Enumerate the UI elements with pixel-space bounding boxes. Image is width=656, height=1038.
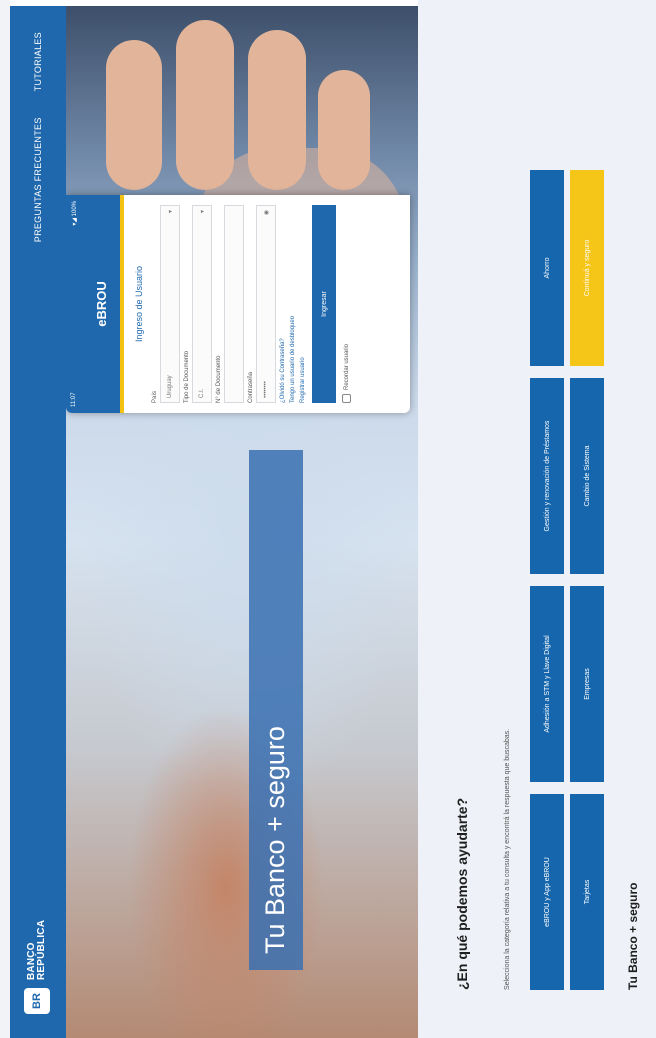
phone-forgot-password-link: ¿Olvidó su Contraseña? [280,338,286,403]
hero-title-box: Tu Banco + seguro [249,450,303,970]
phone-register-link: Registrar usuario [300,357,306,403]
phone-doc-number-field [224,205,244,403]
top-nav: PREGUNTAS FRECUENTES TUTORIALES [10,32,66,242]
hero-title: Tu Banco + seguro [260,726,290,954]
help-subtitle: Selecciona la categoría relativa a tu co… [504,728,511,990]
phone-remember-user: Recordar usuario [342,205,351,403]
checkbox-icon [342,394,351,403]
category-prestamos[interactable]: Gestión y renovación de Préstamos [530,378,564,574]
phone-doc-type-value: C.I. [199,388,205,398]
hand-finger-2 [176,20,234,190]
category-ahorro[interactable]: Ahorro [530,170,564,366]
help-section: ¿En qué podemos ayudarte? Selecciona la … [418,6,656,1038]
category-empresas[interactable]: Empresas [570,586,604,782]
rotated-page: BR BANCO REPÚBLICA PREGUNTAS FRECUENTES … [10,6,656,1038]
bottom-section-title: Tu Banco + seguro [626,882,640,990]
phone-remember-label: Recordar usuario [343,343,350,390]
phone-brand-logo: eBROU [93,281,109,327]
phone-country-value: Uruguay [167,375,173,398]
phone-field-label-country: País [152,390,158,403]
hero-banner: Tu Banco + seguro 11:07 ▾◢ 100% eBROU In… [66,6,418,1038]
phone-status-icons: ▾◢ 100% [71,201,78,226]
phone-password-value: •••••••• [263,381,269,398]
logo-icon: BR [24,988,50,1014]
phone-field-label-doc-type: Tipo de Documento [184,350,190,403]
phone-app-bar: eBROU [82,195,124,413]
logo-text: BANCO REPÚBLICA [26,919,47,980]
phone-status-bar: 11:07 ▾◢ 100% [66,195,82,413]
category-continua-seguro[interactable]: Continuá y seguro [570,170,604,366]
phone-mockup: 11:07 ▾◢ 100% eBROU Ingreso de Usuario P… [66,195,410,413]
bank-logo[interactable]: BR BANCO REPÚBLICA [21,920,53,1014]
phone-field-label-doc-number: N° de Documento [216,355,222,403]
hand-finger-1 [106,40,162,190]
category-ebrou-app[interactable]: eBROU y App eBROU [530,794,564,990]
hand-finger-3 [248,30,306,190]
phone-country-select: Uruguay ▾ [160,205,180,403]
chevron-down-icon: ▾ [199,210,206,214]
category-cambio-sistema[interactable]: Cambio de Sistema [570,378,604,574]
phone-password-field: •••••••• ◉ [256,205,276,403]
help-title: ¿En qué podemos ayudarte? [454,797,470,990]
hand-finger-4 [318,70,370,190]
phone-doc-type-select: C.I. ▾ [192,205,212,403]
top-header: BR BANCO REPÚBLICA PREGUNTAS FRECUENTES … [10,6,66,1038]
phone-form-heading: Ingreso de Usuario [134,265,144,343]
nav-faq-link[interactable]: PREGUNTAS FRECUENTES [33,117,43,242]
phone-time: 11:07 [71,392,77,407]
category-tarjetas[interactable]: Tarjetas [570,794,604,990]
left-edge-strip [0,0,10,1038]
phone-unlock-user-link: Tengo un usuario de desbloqueo [290,315,296,403]
category-stm-llave-digital[interactable]: Adhesión a STM y Llave Digital [530,586,564,782]
phone-login-button: Ingresar [312,205,336,403]
chevron-down-icon: ▾ [167,210,174,214]
phone-login-form: Ingreso de Usuario País Uruguay ▾ Tipo d… [124,195,357,413]
eye-icon: ◉ [263,210,270,216]
nav-tutorials-link[interactable]: TUTORIALES [33,32,43,91]
logo-line-2: REPÚBLICA [36,919,47,980]
phone-field-label-password: Contraseña [248,371,254,403]
